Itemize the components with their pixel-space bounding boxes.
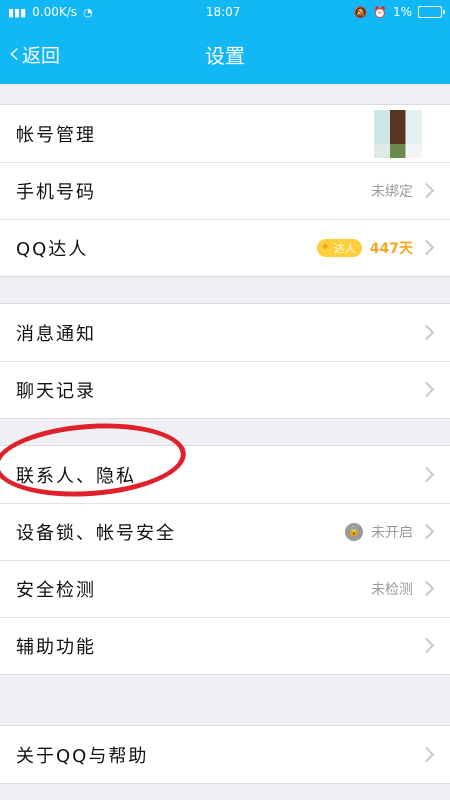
chevron-right-icon <box>418 523 435 540</box>
row-right: 未绑定 <box>371 181 436 201</box>
row-device-lock[interactable]: 设备锁、帐号安全 🔒 未开启 <box>0 503 450 560</box>
row-right: 未检测 <box>371 579 436 599</box>
section-gap <box>0 675 450 725</box>
row-account-management[interactable]: 帐号管理 <box>0 105 450 162</box>
row-label: QQ达人 <box>16 238 89 260</box>
nav-bar: ‹ 返回 设置 <box>0 24 450 84</box>
chevron-right-icon <box>418 324 435 341</box>
mute-icon: 🔕 <box>353 5 368 19</box>
chevron-right-icon <box>418 381 435 398</box>
chevron-right-icon <box>418 637 435 654</box>
back-label: 返回 <box>22 44 61 67</box>
settings-group-privacy: 联系人、隐私 设备锁、帐号安全 🔒 未开启 安全检测 未检测 辅助功能 <box>0 445 450 675</box>
winged-phone-icon: ✦ <box>319 240 331 255</box>
row-label: 帐号管理 <box>16 124 96 146</box>
chevron-right-icon <box>418 182 435 199</box>
row-about-help[interactable]: 关于QQ与帮助 <box>0 726 450 783</box>
row-value: 未开启 <box>371 524 413 541</box>
battery-icon <box>418 6 445 18</box>
row-value: 447天 <box>369 240 413 257</box>
badge-text: 达人 <box>333 241 356 255</box>
status-right: 🔕 ⏰ 1% <box>353 5 445 19</box>
page-title: 设置 <box>205 43 245 68</box>
status-bar: ▮▮▮ 0.00K/s ◔ 18:07 🔕 ⏰ 1% <box>0 0 450 24</box>
row-contacts-privacy[interactable]: 联系人、隐私 <box>0 446 450 503</box>
chevron-right-icon <box>418 580 435 597</box>
settings-group-account: 帐号管理 手机号码 未绑定 QQ达人 ✦ 达人 447天 <box>0 104 450 277</box>
row-chat-history[interactable]: 聊天记录 <box>0 361 450 418</box>
status-left: ▮▮▮ 0.00K/s ◔ <box>8 5 93 19</box>
row-label: 辅助功能 <box>16 636 96 658</box>
settings-group-about: 关于QQ与帮助 <box>0 725 450 784</box>
section-gap <box>0 84 450 104</box>
row-value: 未绑定 <box>371 183 413 200</box>
row-value: 未检测 <box>371 581 413 598</box>
chevron-left-icon: ‹ <box>8 36 20 71</box>
row-accessibility[interactable]: 辅助功能 <box>0 617 450 674</box>
signal-icon: ▮▮▮ <box>8 5 27 19</box>
alarm-icon: ⏰ <box>373 5 387 19</box>
row-label: 手机号码 <box>16 181 96 203</box>
section-gap <box>0 419 450 445</box>
settings-group-messages: 消息通知 聊天记录 <box>0 303 450 419</box>
row-phone-number[interactable]: 手机号码 未绑定 <box>0 162 450 219</box>
row-label: 消息通知 <box>16 323 96 345</box>
section-gap <box>0 277 450 303</box>
back-button[interactable]: ‹ 返回 <box>8 24 60 84</box>
row-right: 🔒 未开启 <box>345 522 436 542</box>
chevron-right-icon <box>418 239 435 256</box>
lock-icon: 🔒 <box>345 522 363 541</box>
master-badge: ✦ 达人 <box>316 238 362 257</box>
row-label: 聊天记录 <box>16 380 96 402</box>
row-label: 联系人、隐私 <box>16 465 136 487</box>
chevron-right-icon <box>418 466 435 483</box>
status-time: 18:07 <box>205 5 241 19</box>
row-security-check[interactable]: 安全检测 未检测 <box>0 560 450 617</box>
row-notifications[interactable]: 消息通知 <box>0 304 450 361</box>
avatar <box>374 109 422 158</box>
row-right: ✦ 达人 447天 <box>316 238 436 258</box>
battery-percent: 1% <box>392 5 412 19</box>
chevron-right-icon <box>418 746 435 763</box>
row-qq-master[interactable]: QQ达人 ✦ 达人 447天 <box>0 219 450 276</box>
row-label: 设备锁、帐号安全 <box>16 522 176 544</box>
row-label: 安全检测 <box>16 579 96 601</box>
wifi-icon: ◔ <box>83 5 93 19</box>
network-speed: 0.00K/s <box>32 5 78 19</box>
row-label: 关于QQ与帮助 <box>16 745 149 767</box>
